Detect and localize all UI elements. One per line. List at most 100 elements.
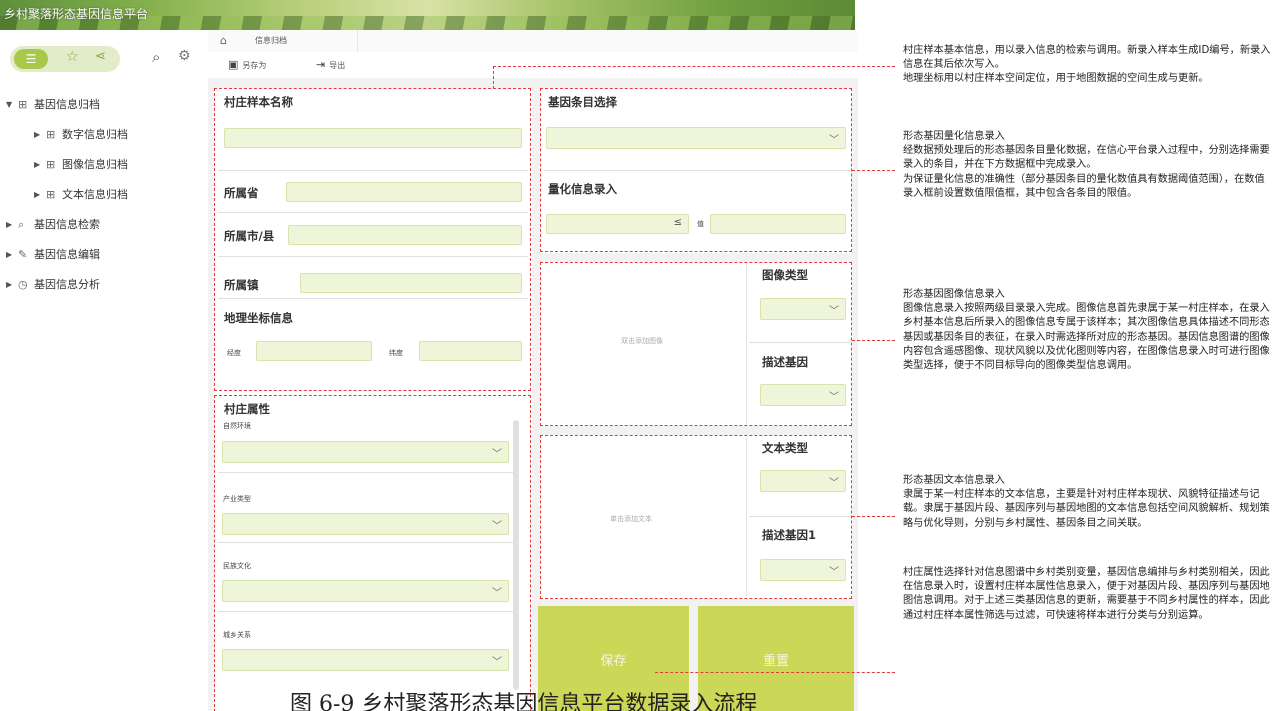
divider xyxy=(218,298,528,299)
chevron-down-icon: ﹀ xyxy=(829,567,839,578)
chevron-down-icon: ﹀ xyxy=(492,588,502,599)
city-label: 所属市/县 xyxy=(224,229,275,243)
value-label: 值 xyxy=(697,220,704,228)
longitude-label: 经度 xyxy=(227,349,241,357)
nav-item-edit[interactable]: ▶ ✎ 基因信息编辑 xyxy=(0,240,205,270)
nav-item-analysis[interactable]: ▶ ◷ 基因信息分析 xyxy=(0,270,205,300)
save-as-label: 另存为 xyxy=(242,61,267,70)
star-icon[interactable]: ☆ xyxy=(66,49,79,65)
nav-item-text-archive[interactable]: ▶ ⊞ 文本信息归档 xyxy=(0,180,205,210)
caret-right-icon: ▶ xyxy=(6,220,13,229)
chevron-down-icon: ﹀ xyxy=(492,657,502,668)
annotation-quant-info: 形态基因量化信息录入 经数据预处理后的形态基因条目量化数据，在信心平台录入过程中… xyxy=(903,131,1270,199)
town-input[interactable] xyxy=(300,273,522,293)
save-as-button[interactable]: ▣ 另存为 xyxy=(228,58,266,72)
export-icon: ⇥ xyxy=(316,58,326,71)
divider xyxy=(218,472,513,473)
caret-right-icon: ▶ xyxy=(6,250,13,259)
leader-line xyxy=(493,66,895,67)
chevron-down-icon: ﹀ xyxy=(829,135,839,146)
nav-item-label: 基因信息编辑 xyxy=(34,248,100,261)
divider xyxy=(749,342,850,343)
image-drop-hint: 双击添加图像 xyxy=(621,337,663,345)
natural-env-label: 自然环境 xyxy=(223,422,251,430)
text-drop-hint: 单击添加文本 xyxy=(610,515,652,523)
list-icon[interactable]: ☰ xyxy=(14,49,48,69)
nav-item-digital-archive[interactable]: ▶ ⊞ 数字信息归档 xyxy=(0,120,205,150)
sidebar: ☰ ☆ ⋖ ⌕ ⚙ ▼ ⊞ 基因信息归档 ▶ ⊞ 数字信息归档 ▶ ⊞ 图像信息… xyxy=(0,30,205,711)
caret-down-icon: ▼ xyxy=(6,100,13,109)
chevron-down-icon: ﹀ xyxy=(829,478,839,489)
natural-env-select[interactable]: ﹀ xyxy=(222,441,509,463)
tab-label: 信息归档 xyxy=(255,36,287,45)
share-icon[interactable]: ⋖ xyxy=(95,49,106,64)
view-switcher: ☰ ☆ ⋖ xyxy=(10,46,120,72)
culture-label: 民族文化 xyxy=(223,562,251,570)
caret-right-icon: ▶ xyxy=(34,160,41,169)
divider xyxy=(218,212,528,213)
city-input[interactable] xyxy=(288,225,522,245)
search-icon[interactable]: ⌕ xyxy=(152,48,160,66)
province-input[interactable] xyxy=(286,182,522,202)
nav-item-label: 图像信息归档 xyxy=(62,158,128,171)
leader-line xyxy=(852,516,895,517)
annotation-basic-info: 村庄样本基本信息，用以录入信息的检索与调用。新录入样本生成ID编号，新录入信息在… xyxy=(903,45,1271,85)
divider xyxy=(218,542,513,543)
leader-line xyxy=(852,170,895,171)
province-label: 所属省 xyxy=(224,186,259,200)
longitude-input[interactable] xyxy=(256,341,372,361)
annotation-image-info: 形态基因图像信息录入 图像信息录入按照两级目录录入完成。图像信息首先隶属于某一村… xyxy=(903,289,1270,372)
divider xyxy=(218,256,528,257)
nav-item-label: 文本信息归档 xyxy=(62,188,128,201)
annotation-attribute-info: 村庄属性选择针对信息图谱中乡村类别变量，基因信息编排与乡村类别相关，因此在信息录… xyxy=(903,567,1270,621)
image-type-select[interactable]: ﹀ xyxy=(760,298,846,320)
home-icon[interactable]: ⌂ xyxy=(220,30,227,52)
chevron-down-icon: ﹀ xyxy=(829,306,839,317)
grid-icon: ⊞ xyxy=(18,98,28,111)
clock-icon: ◷ xyxy=(18,278,28,291)
search-doc-icon: ⌕ xyxy=(18,218,25,231)
nav-item-search[interactable]: ▶ ⌕ 基因信息检索 xyxy=(0,210,205,240)
sidebar-toolbar: ☰ ☆ ⋖ ⌕ ⚙ xyxy=(10,46,200,74)
quant-input-label: 量化信息录入 xyxy=(548,182,617,196)
attr-scrollbar[interactable] xyxy=(513,420,519,690)
nav-item-image-archive[interactable]: ▶ ⊞ 图像信息归档 xyxy=(0,150,205,180)
chevron-down-icon: ﹀ xyxy=(492,449,502,460)
image-gene-label: 描述基因 xyxy=(762,355,808,369)
latitude-label: 纬度 xyxy=(389,349,403,357)
nav-item-label: 基因信息检索 xyxy=(34,218,100,231)
annotation-text-info: 形态基因文本信息录入 隶属于某一村庄样本的文本信息，主要是针对村庄样本现状、风貌… xyxy=(903,475,1270,529)
caret-right-icon: ▶ xyxy=(34,190,41,199)
tab-archive[interactable]: ⌂ 信息归档 xyxy=(208,30,358,52)
quant-value-input[interactable] xyxy=(710,214,846,234)
gene-select[interactable]: ﹀ xyxy=(546,127,846,149)
edit-icon: ✎ xyxy=(18,248,28,261)
settings-icon[interactable]: ⚙ xyxy=(178,48,191,64)
app-banner: 乡村聚落形态基因信息平台 xyxy=(0,0,855,30)
urban-rural-select[interactable]: ﹀ xyxy=(222,649,509,671)
export-button[interactable]: ⇥ 导出 xyxy=(316,58,345,72)
village-name-input[interactable] xyxy=(224,128,522,148)
nav-item-label: 基因信息归档 xyxy=(34,98,100,111)
geo-label: 地理坐标信息 xyxy=(224,311,293,325)
divider xyxy=(544,170,850,171)
text-type-select[interactable]: ﹀ xyxy=(760,470,846,492)
nav-item-archive[interactable]: ▼ ⊞ 基因信息归档 xyxy=(0,90,205,120)
quant-limit-select[interactable]: ≤ xyxy=(546,214,689,234)
image-type-label: 图像类型 xyxy=(762,268,808,282)
industry-select[interactable]: ﹀ xyxy=(222,513,509,535)
leader-line xyxy=(655,672,895,673)
nav-item-label: 数字信息归档 xyxy=(62,128,128,141)
limit-operator: ≤ xyxy=(673,217,682,228)
text-gene-select[interactable]: ﹀ xyxy=(760,559,846,581)
text-gene-label: 描述基因1 xyxy=(762,528,817,542)
image-gene-select[interactable]: ﹀ xyxy=(760,384,846,406)
village-name-label: 村庄样本名称 xyxy=(224,95,293,109)
save-icon: ▣ xyxy=(228,58,239,71)
culture-select[interactable]: ﹀ xyxy=(222,580,509,602)
leader-line xyxy=(493,66,494,89)
divider xyxy=(218,170,528,171)
grid-icon: ⊞ xyxy=(46,188,56,201)
nav-item-label: 基因信息分析 xyxy=(34,278,100,291)
latitude-input[interactable] xyxy=(419,341,522,361)
